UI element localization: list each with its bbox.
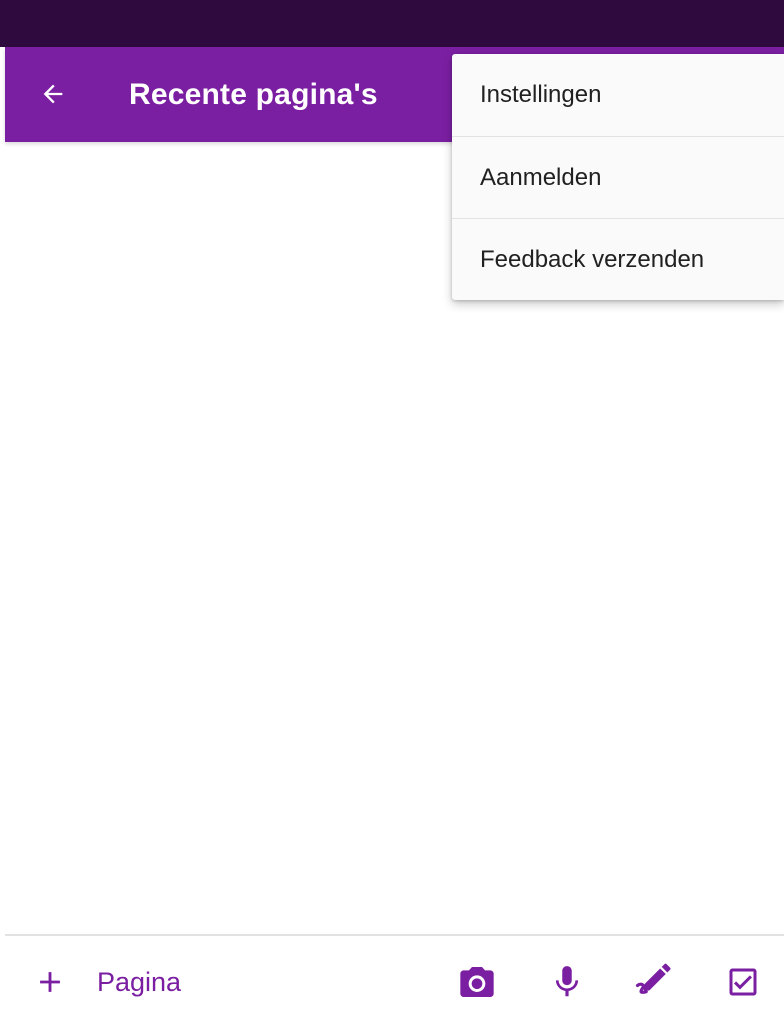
menu-item-send-feedback[interactable]: Feedback verzenden <box>452 218 784 300</box>
menu-item-settings[interactable]: Instellingen <box>452 54 784 136</box>
checkbox-icon <box>729 968 757 996</box>
add-page-label: Pagina <box>97 967 182 997</box>
microphone-icon <box>555 966 579 997</box>
camera-icon <box>460 967 494 997</box>
ink-button[interactable] <box>633 960 677 1004</box>
camera-button[interactable] <box>455 960 499 1004</box>
arrow-left-icon <box>43 84 63 104</box>
menu-item-sign-in[interactable]: Aanmelden <box>452 136 784 218</box>
pen-icon <box>635 963 671 994</box>
overflow-menu: Instellingen Aanmelden Feedback verzende… <box>452 54 784 300</box>
microphone-button[interactable] <box>545 960 589 1004</box>
plus-icon <box>40 972 60 992</box>
add-page-button[interactable]: Pagina <box>33 960 181 1004</box>
bottom-toolbar: Pagina <box>5 936 784 1025</box>
checkbox-button[interactable] <box>721 960 765 1004</box>
status-bar <box>0 0 784 47</box>
page-title: Recente pagina's <box>129 78 378 111</box>
back-button[interactable] <box>31 72 75 116</box>
